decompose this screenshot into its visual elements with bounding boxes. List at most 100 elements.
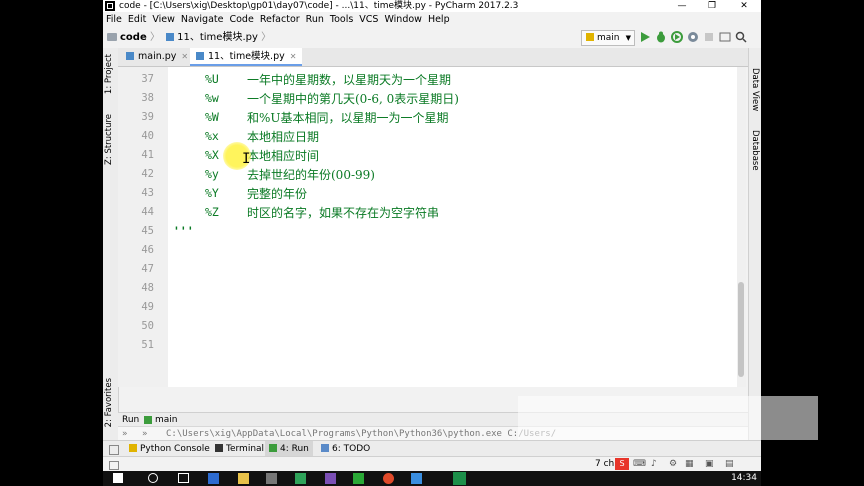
vcs-icon[interactable]	[719, 31, 731, 43]
tab-time-module[interactable]: 11、time模块.py ✕	[190, 48, 303, 66]
format-description: 和%U基本相同，以星期一为一个星期	[247, 111, 449, 125]
tool-todo[interactable]: 6: TODO	[317, 441, 374, 457]
tool-window-label: Python Console	[140, 444, 210, 454]
menu-edit[interactable]: Edit	[125, 13, 149, 27]
close-tab-icon[interactable]: ✕	[290, 52, 297, 61]
python-config-icon	[586, 33, 594, 41]
task-view-icon[interactable]	[178, 473, 189, 483]
input-method-icon[interactable]: S	[615, 458, 629, 470]
menu-vcs[interactable]: VCS	[356, 13, 381, 27]
right-tool-strip: Data View Database	[748, 48, 761, 446]
tab-main-py[interactable]: main.py ✕	[120, 48, 194, 66]
app-icon[interactable]	[325, 473, 336, 484]
start-icon[interactable]	[113, 473, 123, 483]
project-tool-button[interactable]: 1: Project	[104, 54, 114, 94]
menu-run[interactable]: Run	[303, 13, 327, 27]
run-tab-main[interactable]: main	[155, 413, 178, 427]
mic-icon[interactable]: ♪	[651, 457, 657, 472]
stop-icon[interactable]	[703, 31, 715, 43]
overlay-blur	[518, 396, 818, 440]
editor-horizontal-scrollbar[interactable]	[168, 387, 746, 395]
menu-file[interactable]: File	[103, 13, 125, 27]
tool-terminal[interactable]: Terminal	[211, 441, 268, 457]
pycharm-app-icon	[105, 1, 115, 11]
app-icon[interactable]	[266, 473, 277, 484]
edge-icon[interactable]	[208, 473, 219, 484]
debug-icon[interactable]	[655, 31, 667, 43]
shirt-icon[interactable]: ▣	[705, 457, 714, 472]
format-code: %y	[205, 167, 219, 181]
caret-position[interactable]: 7 ch	[595, 457, 614, 472]
python-run-icon	[144, 416, 152, 424]
grid-icon[interactable]: ▦	[685, 457, 694, 472]
line-number: 38	[141, 92, 154, 104]
explorer-icon[interactable]	[238, 473, 249, 484]
search-icon[interactable]	[735, 31, 747, 43]
settings-icon[interactable]: ⚙	[669, 457, 677, 472]
navigation-bar: code 〉 11、time模块.py 〉 main ▼	[103, 28, 761, 49]
breadcrumb: code 〉 11、time模块.py 〉	[107, 31, 271, 45]
app-icon[interactable]	[411, 473, 422, 484]
favorites-tool-button[interactable]: 2: Favorites	[104, 378, 114, 427]
tab-label: main.py	[138, 51, 177, 62]
expand-icon[interactable]: »	[142, 427, 148, 441]
structure-tool-button[interactable]: Z: Structure	[104, 114, 114, 165]
menu-help[interactable]: Help	[425, 13, 453, 27]
left-tool-strip: 1: Project Z: Structure 2: Favorites	[103, 48, 119, 446]
breadcrumb-project[interactable]: code	[120, 32, 147, 43]
run-icon	[269, 444, 277, 452]
pycharm-taskbar-icon[interactable]	[453, 472, 466, 485]
format-description: 本地相应日期	[247, 130, 320, 144]
line-number: 49	[141, 301, 154, 313]
windows-taskbar: 14:34	[103, 471, 761, 486]
expand-icon[interactable]: »	[122, 427, 128, 441]
close-button[interactable]: ✕	[735, 0, 753, 12]
taskbar-clock[interactable]: 14:34	[731, 471, 757, 486]
data-view-tool-button[interactable]: Data View	[750, 68, 760, 111]
menu-window[interactable]: Window	[381, 13, 424, 27]
python-file-icon	[196, 52, 204, 60]
tool-run[interactable]: 4: Run	[265, 441, 313, 457]
apps-icon[interactable]: ▤	[725, 457, 734, 472]
menu-navigate[interactable]: Navigate	[178, 13, 227, 27]
code-editor[interactable]: %U 一年中的星期数，以星期天为一个星期 %w 一个星期中的第几天(0-6, 0…	[168, 67, 737, 387]
line-number: 47	[141, 263, 154, 275]
scrollbar-thumb[interactable]	[738, 282, 744, 377]
text-cursor-icon: I	[242, 151, 251, 167]
chrome-icon[interactable]	[383, 473, 394, 484]
format-code: %Z	[205, 205, 219, 219]
breadcrumb-file[interactable]: 11、time模块.py	[177, 32, 258, 43]
format-description: 一个星期中的第几天(0-6, 0表示星期日)	[247, 92, 459, 106]
tool-python-console[interactable]: Python Console	[125, 441, 214, 457]
menu-refactor[interactable]: Refactor	[257, 13, 303, 27]
line-number: 43	[141, 187, 154, 199]
format-code: %w	[205, 91, 219, 105]
run-panel-title: Run	[122, 415, 140, 425]
run-icon[interactable]	[639, 31, 651, 43]
run-config-label: main	[597, 33, 620, 43]
keyboard-icon[interactable]: ⌨	[633, 457, 646, 472]
search-icon[interactable]	[148, 473, 158, 483]
python-file-icon	[166, 33, 175, 41]
chevron-down-icon: ▼	[625, 34, 631, 42]
docstring-close: '''	[173, 224, 194, 238]
status-icon	[109, 461, 119, 470]
todo-icon	[321, 444, 329, 452]
run-config-select[interactable]: main ▼	[581, 30, 635, 46]
maximize-button[interactable]: ❐	[703, 0, 721, 12]
tool-window-label: 6: TODO	[332, 444, 371, 454]
format-code: %x	[205, 129, 219, 143]
editor-vertical-scrollbar[interactable]	[737, 67, 746, 387]
status-bar: 7 ch S ⌨ ♪ ⚙ ▦ ▣ ▤	[103, 456, 761, 472]
menu-code[interactable]: Code	[226, 13, 256, 27]
coverage-icon[interactable]	[671, 31, 683, 43]
minimize-button[interactable]: —	[673, 0, 691, 12]
close-tab-icon[interactable]: ✕	[181, 52, 188, 61]
menu-tools[interactable]: Tools	[327, 13, 356, 27]
profile-icon[interactable]	[687, 31, 699, 43]
app-icon[interactable]	[353, 473, 364, 484]
app-icon[interactable]	[295, 473, 306, 484]
toggle-tool-windows-icon[interactable]	[109, 445, 119, 455]
database-tool-button[interactable]: Database	[750, 130, 760, 171]
menu-view[interactable]: View	[149, 13, 178, 27]
